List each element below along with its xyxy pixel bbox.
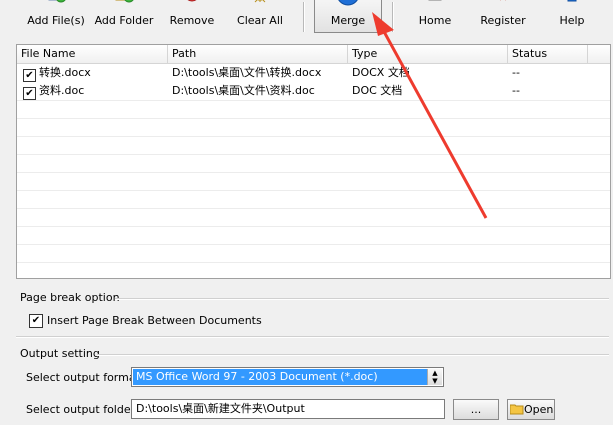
path-cell: D:\tools\桌面\文件\转换.docx [172, 66, 322, 79]
add-folder-button[interactable]: Add Folder [94, 0, 154, 34]
open-label: Open [524, 403, 554, 416]
file-list-header: File Name Path Type Status [17, 45, 610, 64]
output-folder-input[interactable]: D:\tools\桌面\新建文件夹\Output [131, 399, 445, 419]
add-files-label: Add File(s) [27, 14, 85, 27]
add-files-button[interactable]: Add File(s) [26, 0, 86, 34]
row-divider [17, 208, 610, 209]
column-header-file-name[interactable]: File Name [17, 45, 168, 63]
toolbar-separator [303, 2, 305, 32]
add-folder-icon [115, 0, 134, 3]
row-divider [17, 136, 610, 137]
merge-label: Merge [330, 14, 366, 27]
register-label: Register [480, 14, 526, 27]
table-row[interactable]: ✔ 资料.doc D:\tools\桌面\文件\资料.doc DOC 文档 -- [17, 82, 610, 100]
register-button[interactable]: Register [474, 0, 532, 34]
file-name-cell: ✔ 资料.doc [19, 82, 168, 100]
toolbar: Add File(s) Add Folder Remove Clear All … [0, 0, 613, 38]
output-folder-label: Select output folder: [26, 403, 139, 416]
row-divider [17, 154, 610, 155]
row-divider [17, 244, 610, 245]
file-name-cell: ✔ 转换.docx [19, 64, 168, 82]
row-checkbox[interactable]: ✔ [23, 87, 36, 100]
file-list[interactable]: File Name Path Type Status ✔ 转换.docx D:\t… [16, 44, 611, 279]
clear-all-label: Clear All [237, 14, 283, 27]
clear-all-button[interactable]: Clear All [230, 0, 290, 34]
group-divider [97, 354, 609, 356]
help-label: Help [559, 14, 585, 27]
output-format-value: MS Office Word 97 - 2003 Document (*.doc… [133, 369, 427, 385]
merge-play-icon [338, 0, 358, 6]
column-header-status[interactable]: Status [508, 45, 588, 63]
home-button[interactable]: Home [408, 0, 462, 34]
group-divider [16, 336, 609, 338]
folder-icon [510, 404, 524, 415]
browse-button[interactable]: ... [453, 399, 499, 420]
row-divider [17, 190, 610, 191]
add-file-icon [48, 0, 66, 3]
remove-label: Remove [169, 14, 215, 27]
add-folder-label: Add Folder [94, 14, 154, 27]
file-name: 转换.docx [39, 66, 91, 79]
output-format-select[interactable]: MS Office Word 97 - 2003 Document (*.doc… [131, 367, 444, 387]
column-header-path[interactable]: Path [168, 45, 348, 63]
dropdown-arrow-icon[interactable]: ▲ ▼ [427, 369, 442, 385]
status-cell: -- [512, 66, 520, 79]
row-divider [17, 118, 610, 119]
home-icon [428, 0, 442, 1]
status-cell: -- [512, 84, 520, 97]
row-divider [17, 100, 610, 101]
toolbar-separator [392, 2, 394, 32]
open-folder-button[interactable]: Open [507, 399, 555, 420]
file-name: 资料.doc [39, 84, 85, 97]
column-header-type[interactable]: Type [348, 45, 508, 63]
path-cell: D:\tools\桌面\文件\资料.doc [172, 84, 315, 97]
register-icon [499, 0, 507, 1]
type-cell: DOC 文档 [352, 84, 403, 97]
row-divider [17, 172, 610, 173]
page-break-checkbox-label: Insert Page Break Between Documents [47, 314, 262, 327]
help-button[interactable]: Help [548, 0, 596, 34]
output-format-label: Select output format: [26, 371, 144, 384]
remove-icon [187, 0, 197, 2]
page-break-group-title: Page break option [20, 291, 120, 304]
clear-all-icon [254, 0, 266, 3]
type-cell: DOCX 文档 [352, 66, 410, 79]
row-divider [17, 262, 610, 263]
remove-button[interactable]: Remove [162, 0, 222, 34]
merge-button[interactable]: Merge [314, 0, 382, 33]
home-label: Home [418, 14, 452, 27]
table-row[interactable]: ✔ 转换.docx D:\tools\桌面\文件\转换.docx DOCX 文档 … [17, 64, 610, 82]
row-divider [17, 226, 610, 227]
help-icon [567, 0, 577, 2]
page-break-checkbox[interactable]: ✔ [29, 314, 43, 328]
row-checkbox[interactable]: ✔ [23, 69, 36, 82]
group-divider [115, 298, 609, 300]
output-setting-title: Output setting [20, 347, 100, 360]
